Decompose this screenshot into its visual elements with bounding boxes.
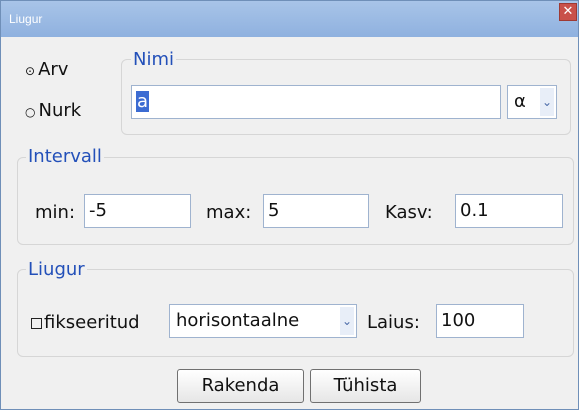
checkbox-unchecked-icon bbox=[31, 317, 42, 329]
width-input[interactable]: 100 bbox=[436, 304, 524, 338]
name-value: a bbox=[136, 91, 150, 112]
width-label: Laius: bbox=[367, 312, 420, 333]
orientation-value: horisontaalne bbox=[176, 310, 300, 331]
apply-button[interactable]: Rakenda bbox=[177, 369, 304, 403]
window-title: Liugur bbox=[9, 12, 43, 26]
titlebar: Liugur ✕ bbox=[1, 1, 578, 37]
fixed-label: fikseeritud bbox=[44, 312, 140, 333]
max-label: max: bbox=[206, 202, 252, 223]
symbol-value: α bbox=[514, 91, 526, 112]
chevron-down-icon: ⌄ bbox=[540, 88, 554, 116]
max-input[interactable]: 5 bbox=[263, 194, 369, 228]
chevron-down-icon: ⌄ bbox=[340, 307, 354, 335]
slider-dialog: Liugur ✕ ⊙ Arv ○ Nurk Nimi a α ⌄ Intervall… bbox=[0, 0, 579, 410]
symbol-select[interactable]: α ⌄ bbox=[507, 85, 557, 119]
radio-nurk-label: Nurk bbox=[38, 100, 82, 121]
radio-nurk[interactable]: ○ Nurk bbox=[25, 100, 81, 123]
radio-arv-label: Arv bbox=[38, 59, 69, 80]
min-input[interactable]: -5 bbox=[84, 194, 191, 228]
fixed-checkbox[interactable]: fikseeritud bbox=[31, 312, 140, 334]
kasv-input[interactable]: 0.1 bbox=[455, 194, 563, 228]
radio-unselected-icon: ○ bbox=[25, 105, 36, 119]
orientation-select[interactable]: horisontaalne ⌄ bbox=[169, 304, 357, 338]
cancel-button[interactable]: Tühista bbox=[310, 369, 421, 403]
kasv-label: Kasv: bbox=[385, 202, 433, 223]
radio-selected-icon: ⊙ bbox=[25, 64, 36, 78]
intervall-legend: Intervall bbox=[26, 146, 104, 168]
close-icon[interactable]: ✕ bbox=[559, 3, 577, 21]
nimi-legend: Nimi bbox=[131, 49, 177, 71]
radio-arv[interactable]: ⊙ Arv bbox=[25, 59, 68, 82]
name-input[interactable]: a bbox=[131, 85, 501, 119]
min-label: min: bbox=[35, 202, 76, 223]
liugur-legend: Liugur bbox=[26, 259, 87, 281]
